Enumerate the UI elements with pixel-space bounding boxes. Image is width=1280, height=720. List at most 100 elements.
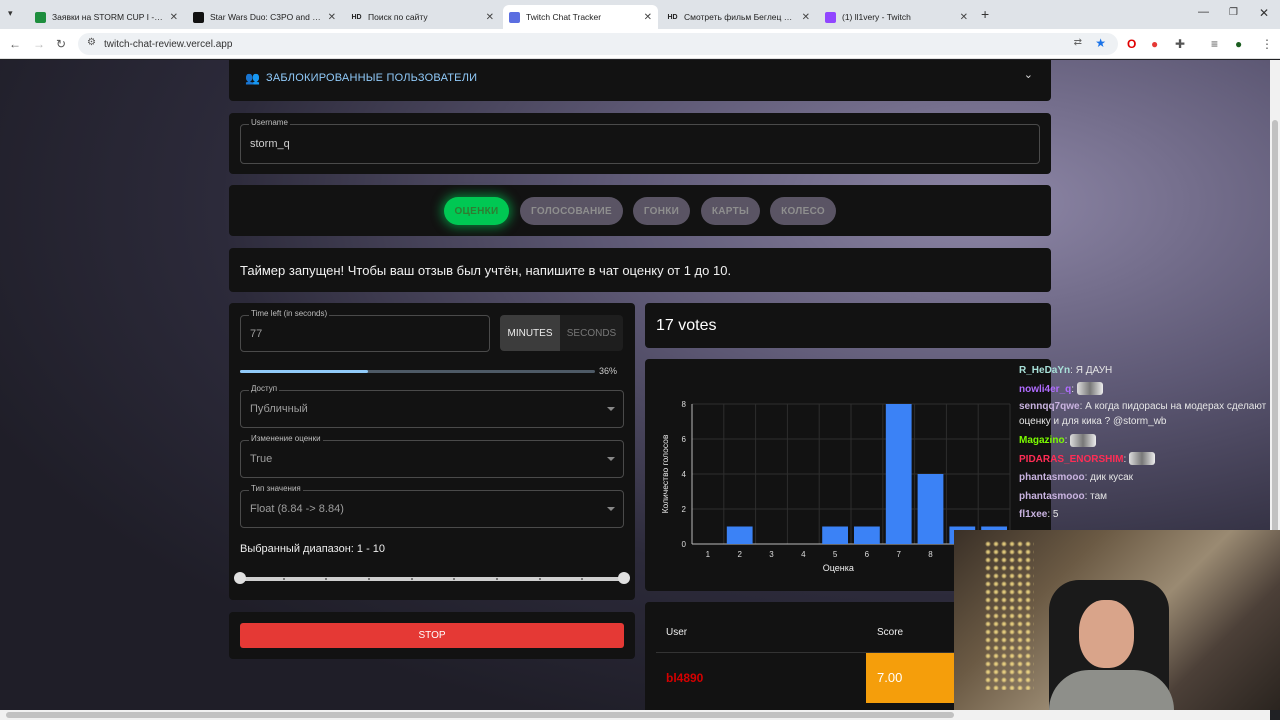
mode-chip-voting[interactable]: ГОЛОСОВАНИЕ — [520, 197, 623, 225]
close-tab-icon[interactable]: ✕ — [644, 12, 652, 23]
chart-bar — [726, 526, 753, 544]
site-info-icon[interactable]: ⚙ — [87, 37, 96, 48]
webcam-lights — [984, 540, 1034, 690]
chat-username[interactable]: sennqq7qwe — [1019, 401, 1080, 412]
y-axis-label: Количество голосов — [660, 434, 670, 513]
value-type-select[interactable]: Тип значения Float (8.84 -> 8.84) — [240, 484, 624, 528]
access-dropdown-arrow-icon — [607, 407, 615, 411]
rating-change-select[interactable]: Изменение оценки True — [240, 434, 624, 478]
seconds-button[interactable]: SECONDS — [560, 315, 623, 351]
x-tick-label: 7 — [896, 550, 901, 559]
chat-username[interactable]: PIDARAS_ENORSHIM — [1019, 454, 1123, 465]
chat-message: PIDARAS_ENORSHIM: — [1019, 451, 1280, 470]
tiktok-icon — [193, 11, 204, 23]
user-column-header: User — [666, 627, 688, 638]
browser-tab[interactable]: (1) ll1very - Twitch ✕ — [819, 5, 974, 29]
url-text: twitch-chat-review.vercel.app — [104, 38, 233, 50]
close-tab-icon[interactable]: ✕ — [486, 12, 494, 23]
chart-bar — [854, 526, 880, 544]
rating-change-value: True — [250, 453, 273, 465]
username-field[interactable]: Username storm_q — [240, 118, 1040, 164]
minimize-button[interactable]: — — [1198, 6, 1209, 18]
mode-chip-cards[interactable]: КАРТЫ — [701, 197, 760, 225]
blocked-users-accordion[interactable]: 👥 ЗАБЛОКИРОВАННЫЕ ПОЛЬЗОВАТЕЛИ ⌄ — [229, 60, 1051, 101]
restore-button[interactable]: ❐ — [1229, 7, 1238, 18]
tab-title: Поиск по сайту — [368, 12, 428, 22]
chat-username[interactable]: nowli4er_q — [1019, 384, 1071, 395]
close-tab-icon[interactable]: ✕ — [170, 12, 178, 23]
range-slider-mark — [410, 578, 413, 580]
close-window-button[interactable]: ✕ — [1259, 6, 1269, 20]
x-tick-label: 5 — [833, 550, 838, 559]
username-card: Username storm_q — [229, 113, 1051, 174]
stop-card: STOP — [229, 612, 635, 659]
profile-avatar[interactable]: ● — [1235, 36, 1242, 52]
chat-message: phantasmooo: дик кусак — [1019, 469, 1280, 488]
timer-banner: Таймер запущен! Чтобы ваш отзыв был учтё… — [229, 248, 1051, 292]
chat-username[interactable]: phantasmooo — [1019, 491, 1085, 502]
chart-bar — [885, 404, 912, 544]
back-icon[interactable]: ← — [9, 36, 21, 52]
chat-text: там — [1090, 490, 1108, 502]
minutes-button[interactable]: MINUTES — [500, 315, 560, 351]
x-tick-label: 6 — [865, 550, 870, 559]
close-tab-icon[interactable]: ✕ — [960, 12, 968, 23]
bookmark-star-icon[interactable]: ★ — [1095, 36, 1106, 50]
browser-menu-icon[interactable]: ⋮ — [1261, 36, 1273, 52]
votes-count: 17 votes — [656, 317, 717, 334]
timer-progress-fill — [240, 370, 368, 373]
range-slider-track[interactable] — [240, 577, 624, 581]
y-tick-label: 6 — [682, 435, 687, 444]
username-value: storm_q — [250, 138, 290, 150]
chat-username[interactable]: Magazino — [1019, 435, 1065, 446]
opera-extension-icon[interactable]: O — [1127, 36, 1136, 52]
access-label: Доступ — [249, 384, 280, 393]
username-label: Username — [249, 118, 290, 127]
forward-icon[interactable]: → — [33, 36, 45, 52]
range-slider-mark — [538, 578, 541, 580]
new-tab-button[interactable]: + — [981, 6, 989, 22]
reload-icon[interactable]: ↻ — [56, 36, 66, 52]
chat-username[interactable]: R_HeDaYn — [1019, 365, 1070, 376]
browser-toolbar: ← → ↻ ⚙ twitch-chat-review.vercel.app ⇄ … — [0, 29, 1280, 59]
access-select[interactable]: Доступ Публичный — [240, 384, 624, 428]
value-type-dropdown-arrow-icon — [607, 507, 615, 511]
browser-tab[interactable]: HD Поиск по сайту ✕ — [345, 5, 500, 29]
mode-chip-wheel[interactable]: КОЛЕСО — [770, 197, 836, 225]
translate-icon[interactable]: ⇄ — [1074, 37, 1082, 48]
range-slider-min-thumb[interactable] — [234, 572, 246, 584]
time-left-field[interactable]: Time left (in seconds) 77 — [240, 309, 490, 352]
range-slider-mark — [453, 578, 456, 580]
horizontal-scrollbar[interactable] — [0, 710, 1270, 720]
chat-username[interactable]: phantasmooo — [1019, 472, 1085, 483]
chat-emote-icon — [1070, 433, 1097, 447]
horizontal-scroll-thumb[interactable] — [6, 712, 954, 718]
range-slider-max-thumb[interactable] — [618, 572, 630, 584]
tab-title: Star Wars Duo: C3PO and R2D2 — [210, 12, 322, 22]
chat-text: дик кусак — [1090, 472, 1134, 483]
browser-tab[interactable]: Заявки на STORM CUP I - Goo ✕ — [29, 5, 184, 29]
stop-button[interactable]: STOP — [240, 623, 624, 648]
address-bar[interactable]: ⚙ twitch-chat-review.vercel.app ⇄ ★ — [78, 33, 1118, 55]
browser-tab[interactable]: Twitch Chat Tracker ✕ — [503, 5, 658, 29]
reading-list-icon[interactable]: ≡ — [1211, 36, 1218, 52]
mode-chip-ratings[interactable]: ОЦЕНКИ — [444, 197, 509, 225]
browser-tab[interactable]: HD Смотреть фильм Беглец онлайн ✕ — [661, 5, 816, 29]
extensions-puzzle-icon[interactable]: ✚ — [1175, 36, 1185, 52]
mode-chip-races[interactable]: ГОНКИ — [633, 197, 690, 225]
adblock-extension-icon[interactable]: ● — [1151, 36, 1158, 52]
votes-card: 17 votes — [645, 303, 1051, 348]
chat-emote-icon — [1076, 382, 1103, 396]
tab-strip: ▾ Заявки на STORM CUP I - Goo ✕ Star Wars … — [0, 0, 1280, 29]
close-tab-icon[interactable]: ✕ — [328, 12, 336, 23]
close-tab-icon[interactable]: ✕ — [802, 12, 810, 23]
timer-progress-text: 36% — [599, 366, 618, 376]
range-label: Выбранный диапазон: 1 - 10 — [240, 543, 386, 555]
chevron-down-icon[interactable]: ⌄ — [1024, 68, 1033, 81]
tab-search-icon[interactable]: ▾ — [8, 8, 13, 19]
chat-username[interactable]: fl1xee — [1019, 509, 1047, 520]
browser-tab[interactable]: Star Wars Duo: C3PO and R2D2 ✕ — [187, 5, 342, 29]
range-slider-mark — [581, 578, 584, 580]
chat-message: Magazino: — [1019, 432, 1280, 451]
chat-message: sennqq7qwe: А когда пидорасы на модерах … — [1019, 399, 1280, 429]
